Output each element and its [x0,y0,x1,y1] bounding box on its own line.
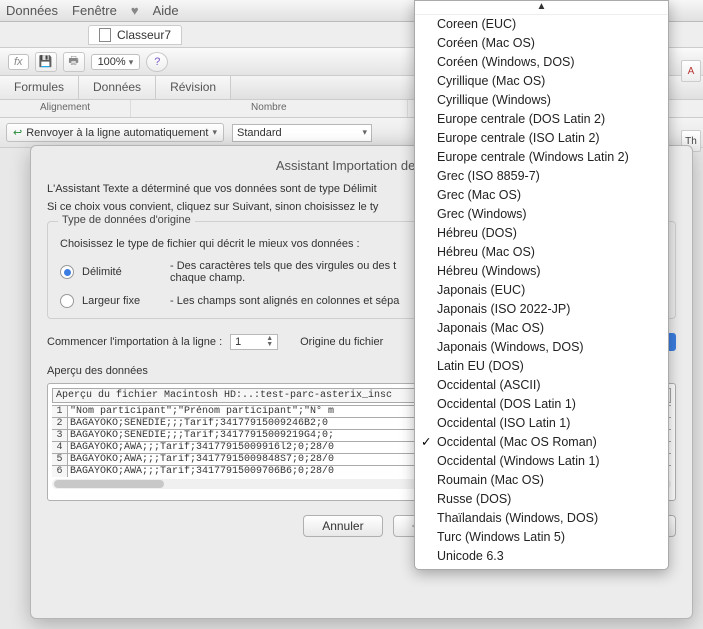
print-icon[interactable]: 🖶 [63,52,85,72]
preview-line-text: BAGAYOKO;SENEDIÉ;;;Tarif;34177915009219G… [68,430,334,441]
dropdown-item[interactable]: Thaïlandais (Windows, DOS) [415,509,668,528]
dropdown-item[interactable]: Cyrillique (Mac OS) [415,72,668,91]
document-tab[interactable]: Classeur7 [88,25,182,45]
cancel-button[interactable]: Annuler [303,515,382,537]
radio-delimited[interactable] [60,265,74,279]
radio-fixed-width[interactable] [60,294,74,308]
dropdown-item[interactable]: Japonais (Mac OS) [415,319,668,338]
radio-delimited-label: Délimité [82,266,162,278]
fx-label[interactable]: fx [8,54,29,70]
document-icon [99,28,111,42]
dropdown-item[interactable]: Hébreu (Windows) [415,262,668,281]
dropdown-item[interactable]: Coreen (EUC) [415,15,668,34]
spinner-arrows-icon[interactable]: ▲▼ [266,336,273,348]
radio-delimited-desc: - Des caractères tels que des virgules o… [170,260,396,284]
dropdown-item[interactable]: Latin EU (DOS) [415,357,668,376]
number-format-value: Standard [237,127,282,139]
wrap-text-button[interactable]: ↩ Renvoyer à la ligne automatiquement ▾ [6,123,224,142]
wrap-text-label: Renvoyer à la ligne automatiquement [26,127,208,139]
dropdown-item[interactable]: Japonais (EUC) [415,281,668,300]
tab-donnees[interactable]: Données [79,76,156,99]
dropdown-item[interactable]: Occidental (ASCII) [415,376,668,395]
dropdown-item[interactable]: Occidental (ISO Latin 1) [415,414,668,433]
dropdown-item[interactable]: Occidental (DOS Latin 1) [415,395,668,414]
dropdown-item[interactable]: Occidental (Windows Latin 1) [415,452,668,471]
start-line-input[interactable]: 1 ▲▼ [230,334,278,350]
dropdown-item[interactable]: Coréen (Mac OS) [415,34,668,53]
preview-line-text: "Nom participant";"Prénom participant";"… [68,406,334,417]
preview-line-number: 5 [52,454,68,465]
dropdown-item[interactable]: Roumain (Mac OS) [415,471,668,490]
chevron-down-icon: ▾ [212,127,217,138]
save-icon[interactable]: 💾 [35,52,57,72]
wrap-text-icon: ↩ [13,126,22,139]
radio-fixed-width-desc: - Les champs sont alignés en colonnes et… [170,295,399,307]
dropdown-item[interactable]: Unicode 6.3 UTF-7 [415,566,668,570]
dropdown-item[interactable]: Japonais (ISO 2022-JP) [415,300,668,319]
dropdown-item[interactable]: Grec (Windows) [415,205,668,224]
dropdown-item[interactable]: Grec (Mac OS) [415,186,668,205]
preview-line-text: BAGAYOKO;AWA;;;Tarif;34177915009916l2;0;… [68,442,334,453]
preview-line-text: BAGAYOKO;AWA;;;Tarif;34177915009848S7;0;… [68,454,334,465]
tab-revision[interactable]: Révision [156,76,231,99]
dropdown-item[interactable]: Coréen (Windows, DOS) [415,53,668,72]
file-origin-label: Origine du fichier [300,336,383,348]
dropdown-item[interactable]: Hébreu (Mac OS) [415,243,668,262]
dropdown-item[interactable]: Russe (DOS) [415,490,668,509]
scrollbar-thumb[interactable] [54,480,164,488]
radio-fixed-width-label: Largeur fixe [82,295,162,307]
preview-line-text: BAGAYOKO;AWA;;;Tarif;34177915009706B6;0;… [68,466,334,477]
dropdown-item[interactable]: Grec (ISO 8859-7) [415,167,668,186]
menubar-item[interactable]: Données [6,3,58,18]
number-format-select[interactable]: Standard ▾ [232,124,372,142]
preview-line-number: 6 [52,466,68,477]
start-line-label: Commencer l'importation à la ligne : [47,336,222,348]
group-number-label: Nombre [131,100,408,117]
dropdown-item[interactable]: Turc (Windows Latin 5) [415,528,668,547]
dropdown-item[interactable]: Japonais (Windows, DOS) [415,338,668,357]
file-origin-dropdown[interactable]: ▲ Coreen (EUC)Coréen (Mac OS)Coréen (Win… [414,0,669,570]
help-icon[interactable]: ? [146,52,168,72]
menubar-item[interactable]: Fenêtre [72,3,117,18]
dropdown-item[interactable]: Hébreu (DOS) [415,224,668,243]
preview-line-number: 1 [52,406,68,417]
dropdown-item[interactable]: Europe centrale (ISO Latin 2) [415,129,668,148]
data-type-group-title: Type de données d'origine [58,214,195,226]
group-alignment-label: Alignement [0,100,131,117]
preview-line-number: 2 [52,418,68,429]
dropdown-item[interactable]: Occidental (Mac OS Roman) [415,433,668,452]
start-line-value: 1 [235,336,241,348]
chevron-down-icon: ▾ [362,127,367,138]
dropdown-item[interactable]: Europe centrale (DOS Latin 2) [415,110,668,129]
dropdown-item[interactable]: Cyrillique (Windows) [415,91,668,110]
zoom-select[interactable]: 100% ▾ [91,54,141,70]
preview-line-number: 3 [52,430,68,441]
dropdown-item[interactable]: Unicode 6.3 [415,547,668,566]
tab-formules[interactable]: Formules [0,76,79,99]
dropdown-item[interactable]: Europe centrale (Windows Latin 2) [415,148,668,167]
dropdown-scroll-up-icon[interactable]: ▲ [415,1,668,15]
document-tab-label: Classeur7 [117,28,171,42]
preview-line-number: 4 [52,442,68,453]
menubar-item-heart-icon[interactable]: ♥ [131,3,139,18]
menubar-item[interactable]: Aide [153,3,179,18]
preview-line-text: BAGAYOKO;SENEDIÉ;;;Tarif;34177915009246B… [68,418,328,429]
font-color-button[interactable]: A [681,60,701,82]
